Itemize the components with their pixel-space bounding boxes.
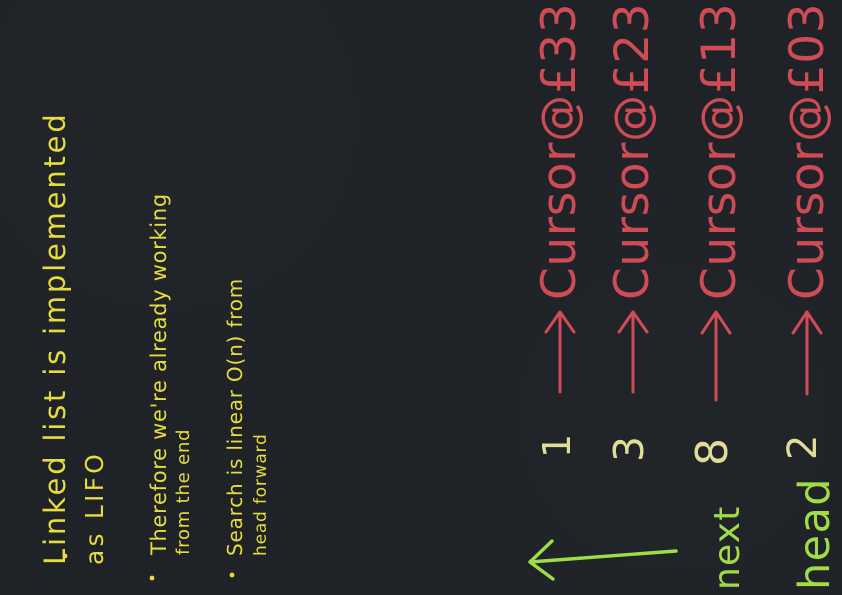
note-3-line-2: head forward	[251, 433, 271, 556]
notes-column: Linked list is implemented as LIFO There…	[38, 111, 271, 581]
stack-values: 1 3 8 2	[535, 434, 826, 466]
cursor-arrow-4	[791, 310, 823, 396]
cursor-arrows	[544, 310, 823, 402]
cursor-label-2: Cursor@£23	[605, 3, 660, 300]
stack-value-3: 3	[605, 436, 653, 462]
next-arrow	[528, 539, 678, 581]
cursor-arrow-1	[544, 310, 576, 394]
bullet-3	[229, 572, 235, 578]
stack-value-8: 8	[687, 438, 738, 466]
pointer-labels: next head	[528, 477, 840, 590]
head-label: head	[790, 477, 840, 590]
note-2-line-1: Therefore we're already working	[147, 193, 171, 556]
cursor-label-4: Cursor@£03	[780, 3, 835, 300]
cursor-labels: Cursor@£33 Cursor@£23 Cursor@£13 Cursor@…	[532, 3, 835, 300]
next-label: next	[707, 505, 748, 590]
stack-value-1: 1	[535, 434, 579, 458]
note-1-line-1: Linked list is implemented	[38, 111, 72, 565]
bullet-2	[149, 575, 155, 581]
stack-value-2: 2	[780, 435, 826, 460]
cursor-arrow-2	[617, 310, 649, 394]
note-2-line-2: from the end	[173, 429, 194, 555]
cursor-label-1: Cursor@£33	[532, 3, 587, 300]
note-3-line-1: Search is linear O(n) from	[223, 278, 247, 556]
whiteboard-canvas: Linked list is implemented as LIFO There…	[0, 0, 842, 595]
note-1-line-2: as LIFO	[80, 451, 109, 565]
cursor-arrow-3	[700, 310, 732, 402]
cursor-label-3: Cursor@£13	[692, 3, 747, 300]
drawing-surface: Linked list is implemented as LIFO There…	[38, 3, 840, 590]
